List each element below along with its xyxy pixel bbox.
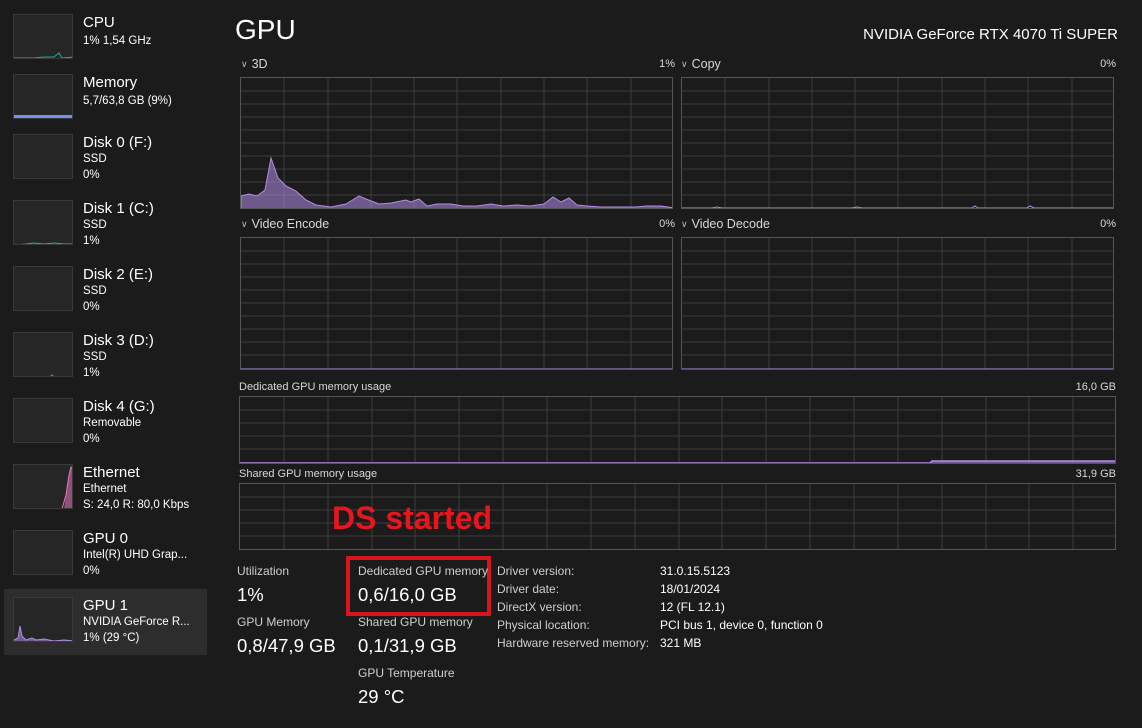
disk-thumbnail-graph [13,398,73,443]
utilization-value: 1% [237,584,264,605]
sidebar-item-value: 0% [83,301,100,313]
gpu-temperature-label: GPU Temperature [358,666,455,680]
ethernet-thumbnail-graph [13,464,73,509]
performance-sidebar: CPU 1% 1,54 GHz Memory 5,7/63,8 GB (9%) … [0,0,210,728]
sidebar-item-value: S: 24,0 R: 80,0 Kbps [83,499,190,511]
disk-thumbnail-graph [13,332,73,377]
engine-selector-3d[interactable]: ∨ 3D [241,57,268,71]
sidebar-item-subtitle: SSD [83,219,107,231]
hardware-reserved-memory-label: Hardware reserved memory: [497,636,650,650]
gpu-thumbnail-graph [13,597,73,642]
sidebar-item-title: Ethernet [83,464,140,481]
sidebar-item-title: Disk 1 (C:) [83,200,154,217]
graph-copy [681,77,1114,209]
engine-label: Copy [691,57,721,71]
graph-3d [240,77,673,209]
sidebar-item-title: Disk 3 (D:) [83,332,154,349]
sidebar-item-gpu-1[interactable]: GPU 1 NVIDIA GeForce R... 1% (29 °C) [4,589,207,655]
shared-memory-graph-label: Shared GPU memory usage [239,468,378,480]
sidebar-item-memory[interactable]: Memory 5,7/63,8 GB (9%) [4,70,207,136]
directx-version-value: 12 (FL 12.1) [660,600,725,614]
sidebar-item-subtitle: SSD [83,153,107,165]
sidebar-item-cpu[interactable]: CPU 1% 1,54 GHz [4,10,207,76]
engine-label: Video Encode [251,217,330,231]
engine-selector-video-decode[interactable]: ∨ Video Decode [681,217,770,231]
dedicated-memory-graph-max: 16,0 GB [1075,381,1116,393]
chevron-down-icon: ∨ [241,219,248,229]
gpu-memory-label: GPU Memory [237,615,310,629]
sidebar-item-disk-3[interactable]: Disk 3 (D:) SSD 1% [4,328,207,394]
sidebar-item-ethernet[interactable]: Ethernet Ethernet S: 24,0 R: 80,0 Kbps [4,460,207,526]
engine-selector-video-encode[interactable]: ∨ Video Encode [241,217,329,231]
cpu-thumbnail-graph [13,14,73,59]
shared-memory-graph-max: 31,9 GB [1075,468,1116,480]
sidebar-item-title: GPU 0 [83,530,129,547]
engine-label: 3D [251,57,268,71]
dedicated-memory-label: Dedicated GPU memory [358,564,489,578]
sidebar-item-gpu-0[interactable]: GPU 0 Intel(R) UHD Grap... 0% [4,526,207,592]
engine-selector-copy[interactable]: ∨ Copy [681,57,721,71]
sidebar-item-value: 0% [83,433,100,445]
engine-label: Video Decode [691,217,770,231]
physical-location-value: PCI bus 1, device 0, function 0 [660,618,823,632]
disk-thumbnail-graph [13,266,73,311]
gpu-temperature-value: 29 °C [358,686,405,707]
gpu-thumbnail-graph [13,530,73,575]
utilization-label: Utilization [237,564,290,578]
shared-memory-label: Shared GPU memory [358,615,473,629]
sidebar-item-disk-1[interactable]: Disk 1 (C:) SSD 1% [4,196,207,262]
sidebar-item-subtitle: SSD [83,351,107,363]
sidebar-item-value: 1% [83,235,100,247]
sidebar-item-value: 1% [83,367,100,379]
sidebar-item-title: Disk 4 (G:) [83,398,155,415]
graph-dedicated-memory [239,396,1116,464]
engine-percent: 1% [659,58,675,70]
gpu-memory-value: 0,8/47,9 GB [237,635,336,656]
driver-version-label: Driver version: [497,564,575,578]
sidebar-item-disk-4[interactable]: Disk 4 (G:) Removable 0% [4,394,207,460]
sidebar-item-subtitle: Intel(R) UHD Grap... [83,549,188,561]
sidebar-item-disk-0[interactable]: Disk 0 (F:) SSD 0% [4,130,207,196]
page-title: GPU [235,14,296,45]
sidebar-item-subtitle: Removable [83,417,142,429]
driver-version-value: 31.0.15.5123 [660,564,731,578]
sidebar-item-subtitle: NVIDIA GeForce R... [83,616,190,628]
engine-percent: 0% [1100,218,1116,230]
physical-location-label: Physical location: [497,618,590,632]
memory-thumbnail-graph [13,74,73,119]
sidebar-item-disk-2[interactable]: Disk 2 (E:) SSD 0% [4,262,207,328]
sidebar-item-subtitle: 5,7/63,8 GB (9%) [83,95,172,107]
sidebar-item-title: GPU 1 [83,597,129,614]
sidebar-item-subtitle: 1% 1,54 GHz [83,35,152,47]
dedicated-memory-value: 0,6/16,0 GB [358,584,457,605]
driver-date-value: 18/01/2024 [660,582,721,596]
sidebar-item-title: Memory [83,74,138,91]
disk-thumbnail-graph [13,134,73,179]
directx-version-label: DirectX version: [497,600,582,614]
sidebar-item-subtitle: Ethernet [83,483,127,495]
sidebar-item-value: 1% (29 °C) [83,632,140,644]
shared-memory-value: 0,1/31,9 GB [358,635,457,656]
disk-thumbnail-graph [13,200,73,245]
engine-percent: 0% [1100,58,1116,70]
sidebar-item-title: Disk 2 (E:) [83,266,154,283]
graph-video-encode [240,237,673,370]
hardware-reserved-memory-value: 321 MB [660,636,702,650]
sidebar-item-title: Disk 0 (F:) [83,134,153,151]
chevron-down-icon: ∨ [241,59,248,69]
annotation-text: DS started [332,500,493,536]
gpu-model-name: NVIDIA GeForce RTX 4070 Ti SUPER [863,26,1118,43]
graph-video-decode [681,237,1114,370]
sidebar-item-value: 0% [83,565,100,577]
dedicated-memory-graph-label: Dedicated GPU memory usage [239,381,392,393]
sidebar-item-title: CPU [83,14,115,31]
chevron-down-icon: ∨ [681,219,688,229]
engine-percent: 0% [659,218,675,230]
chevron-down-icon: ∨ [681,59,688,69]
driver-date-label: Driver date: [497,582,560,596]
sidebar-item-subtitle: SSD [83,285,107,297]
sidebar-item-value: 0% [83,169,100,181]
